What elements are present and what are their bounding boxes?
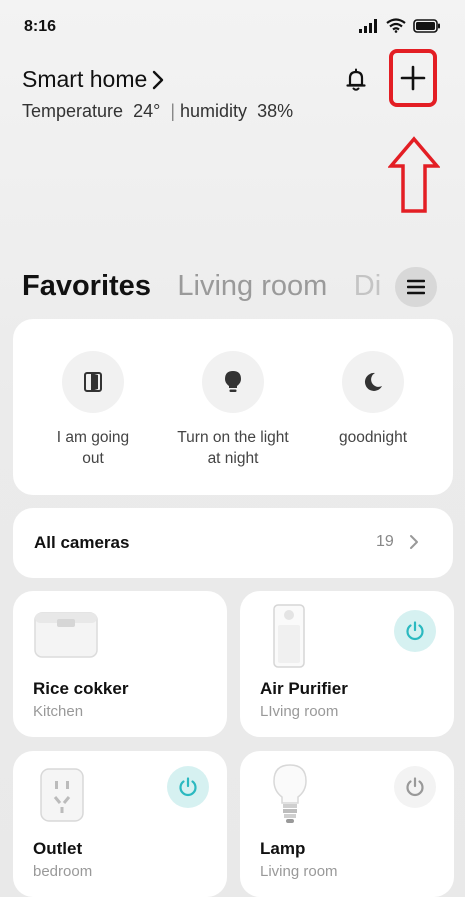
home-title: Smart home: [22, 66, 148, 92]
rice-cooker-icon: [34, 612, 98, 658]
add-device-button[interactable]: [389, 49, 437, 107]
power-icon: [179, 777, 197, 797]
temperature-label: Temperature: [22, 101, 124, 121]
tab-favorites[interactable]: Favorites: [22, 270, 151, 303]
device-name: Rice cokker: [33, 679, 129, 698]
scene-icon-wrapper: [342, 351, 404, 413]
scene-label: Turn on the light at night: [177, 429, 289, 467]
signal-icon: [359, 18, 377, 33]
lamp-bulb-icon: [273, 764, 307, 823]
device-room: bedroom: [33, 863, 93, 880]
scene-label: I am going out: [56, 429, 130, 467]
status-time: 8:16: [24, 18, 57, 35]
tabs-menu-button[interactable]: [395, 267, 437, 307]
lightbulb-icon: [225, 371, 241, 392]
chevron-right-icon: [153, 70, 164, 89]
temperature-value: 24°: [133, 101, 161, 121]
plus-icon: [400, 65, 426, 91]
chevron-right-icon: [410, 535, 418, 549]
device-name: Lamp: [260, 839, 306, 858]
device-name: Outlet: [33, 839, 83, 858]
power-button[interactable]: [167, 766, 209, 808]
device-card-lamp[interactable]: Lamp Living room: [240, 751, 454, 897]
battery-icon: [413, 18, 440, 33]
power-button[interactable]: [394, 610, 436, 652]
power-icon: [406, 777, 424, 797]
scene-night-light[interactable]: Turn on the light at night: [163, 351, 303, 469]
power-button[interactable]: [394, 766, 436, 808]
tab-di[interactable]: Di: [354, 270, 381, 303]
cameras-count: 19: [376, 533, 394, 550]
scenes-card: I am going out Turn on the light at nigh…: [13, 319, 453, 495]
status-icons: [359, 18, 441, 33]
scene-label: goodnight: [338, 429, 408, 446]
scene-icon-wrapper: [202, 351, 264, 413]
humidity-label: humidity: [180, 101, 248, 121]
home-selector[interactable]: Smart home: [22, 66, 165, 93]
all-cameras-row[interactable]: All cameras 19: [13, 508, 453, 578]
scene-goodnight[interactable]: goodnight: [303, 351, 443, 448]
wifi-icon: [386, 18, 406, 33]
power-icon: [406, 621, 424, 641]
device-card-air-purifier[interactable]: Air Purifier LIving room: [240, 591, 454, 737]
scene-going-out[interactable]: I am going out: [23, 351, 163, 469]
notification-bell-icon[interactable]: [342, 66, 370, 94]
door-exit-icon: [84, 372, 102, 392]
device-room: Living room: [260, 863, 338, 880]
cameras-title: All cameras: [34, 533, 130, 552]
moon-icon: [364, 372, 382, 391]
device-room: LIving room: [260, 703, 339, 720]
room-tabs: Favorites Living room Di: [22, 270, 442, 310]
status-bar: 8:16: [0, 0, 465, 54]
outlet-icon: [40, 768, 84, 822]
tab-living-room[interactable]: Living room: [177, 270, 327, 303]
device-room: Kitchen: [33, 703, 84, 720]
annotation-up-arrow-icon: [388, 136, 440, 213]
climate-info: Temperature 24° | humidity 38%: [22, 101, 293, 122]
hamburger-icon: [407, 279, 425, 295]
scene-icon-wrapper: [62, 351, 124, 413]
air-purifier-icon: [273, 604, 305, 668]
device-card-rice-cooker[interactable]: Rice cokker Kitchen: [13, 591, 227, 737]
device-name: Air Purifier: [260, 679, 348, 698]
humidity-value: 38%: [257, 101, 294, 121]
device-card-outlet[interactable]: Outlet bedroom: [13, 751, 227, 897]
